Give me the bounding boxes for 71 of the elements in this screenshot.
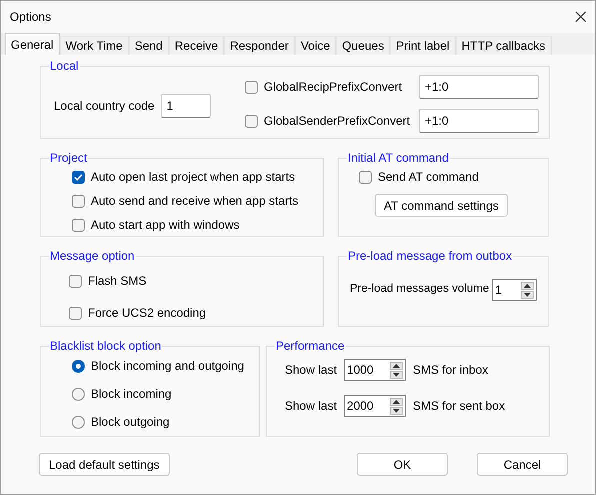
- checkbox[interactable]: [72, 170, 85, 184]
- up-triangle-icon: [393, 400, 400, 404]
- tab[interactable]: Print label: [390, 36, 456, 55]
- spin-down-button[interactable]: [390, 370, 404, 378]
- group-title: Message option: [49, 249, 136, 263]
- group-title: Pre-load message from outbox: [347, 249, 514, 263]
- group-title: Project: [49, 151, 88, 165]
- spin-down-button[interactable]: [390, 406, 404, 414]
- load-default-settings-button[interactable]: Load default settings: [39, 453, 170, 476]
- tab[interactable]: Receive: [168, 36, 224, 55]
- group-title: Initial AT command: [347, 151, 450, 165]
- spin-up-button[interactable]: [390, 362, 404, 370]
- close-icon[interactable]: [575, 11, 587, 23]
- at-command-settings-button[interactable]: AT command settings: [375, 194, 508, 217]
- checkbox[interactable]: [72, 218, 85, 232]
- number-input[interactable]: 2000: [345, 396, 390, 416]
- checkbox-label: GlobalRecipPrefixConvert: [264, 79, 402, 96]
- up-triangle-icon: [524, 284, 532, 288]
- checkbox-label: Flash SMS: [88, 273, 147, 290]
- checkbox[interactable]: [359, 170, 372, 184]
- spin-down-button[interactable]: [521, 290, 534, 298]
- radio-label: Block incoming: [91, 386, 172, 403]
- checkbox-label: GlobalSenderPrefixConvert: [264, 113, 410, 130]
- field-label: Local country code: [54, 98, 155, 114]
- checkbox[interactable]: [72, 194, 85, 208]
- number-input[interactable]: 1000: [345, 360, 390, 380]
- tab[interactable]: HTTP callbacks: [456, 36, 552, 55]
- radio-button[interactable]: [72, 360, 85, 372]
- input-field[interactable]: 1: [160, 94, 211, 118]
- checkbox-label: Auto send and receive when app starts: [91, 193, 298, 210]
- radio-label: Block outgoing: [91, 414, 170, 431]
- checkbox[interactable]: [69, 306, 82, 320]
- spin-box[interactable]: 1: [492, 279, 538, 301]
- checkbox[interactable]: [245, 114, 258, 128]
- checkbox-label: Send AT command: [378, 169, 479, 186]
- group-title: Local: [49, 59, 80, 73]
- spin-up-button[interactable]: [390, 398, 404, 406]
- checkbox-label: Force UCS2 encoding: [88, 305, 206, 322]
- cancel-button[interactable]: Cancel: [477, 453, 568, 476]
- tab[interactable]: Voice: [294, 36, 336, 55]
- up-triangle-icon: [393, 364, 400, 368]
- spin-box[interactable]: 2000: [344, 395, 406, 417]
- radio-button[interactable]: [72, 416, 85, 428]
- tab[interactable]: General: [5, 33, 60, 55]
- input-field[interactable]: +1:0: [419, 75, 539, 99]
- tab[interactable]: Send: [128, 36, 169, 55]
- down-triangle-icon: [524, 292, 532, 296]
- radio-label: Block incoming and outgoing: [91, 358, 244, 375]
- ok-button[interactable]: OK: [357, 453, 448, 476]
- checkbox-label: Auto open last project when app starts: [91, 169, 296, 186]
- checkbox[interactable]: [69, 274, 82, 288]
- field-label: SMS for inbox: [413, 362, 488, 379]
- checkbox[interactable]: [245, 80, 258, 94]
- checkbox-label: Auto start app with windows: [91, 217, 240, 234]
- window-title: Options: [10, 9, 52, 26]
- tab[interactable]: Work Time: [60, 36, 129, 55]
- tab[interactable]: Queues: [336, 36, 390, 55]
- spin-box[interactable]: 1000: [344, 359, 406, 381]
- field-label: Pre-load messages volume: [350, 282, 490, 298]
- down-triangle-icon: [393, 408, 400, 412]
- down-triangle-icon: [393, 372, 400, 376]
- field-label: SMS for sent box: [413, 398, 506, 415]
- number-input[interactable]: 1: [493, 280, 522, 300]
- field-label: Show last: [285, 398, 338, 415]
- input-field[interactable]: +1:0: [419, 109, 539, 133]
- field-label: Show last: [285, 362, 338, 379]
- group-title: Blacklist block option: [49, 339, 162, 353]
- radio-button[interactable]: [72, 388, 85, 400]
- tab[interactable]: Responder: [224, 36, 295, 55]
- spin-up-button[interactable]: [521, 282, 534, 290]
- group-title: Performance: [275, 339, 346, 353]
